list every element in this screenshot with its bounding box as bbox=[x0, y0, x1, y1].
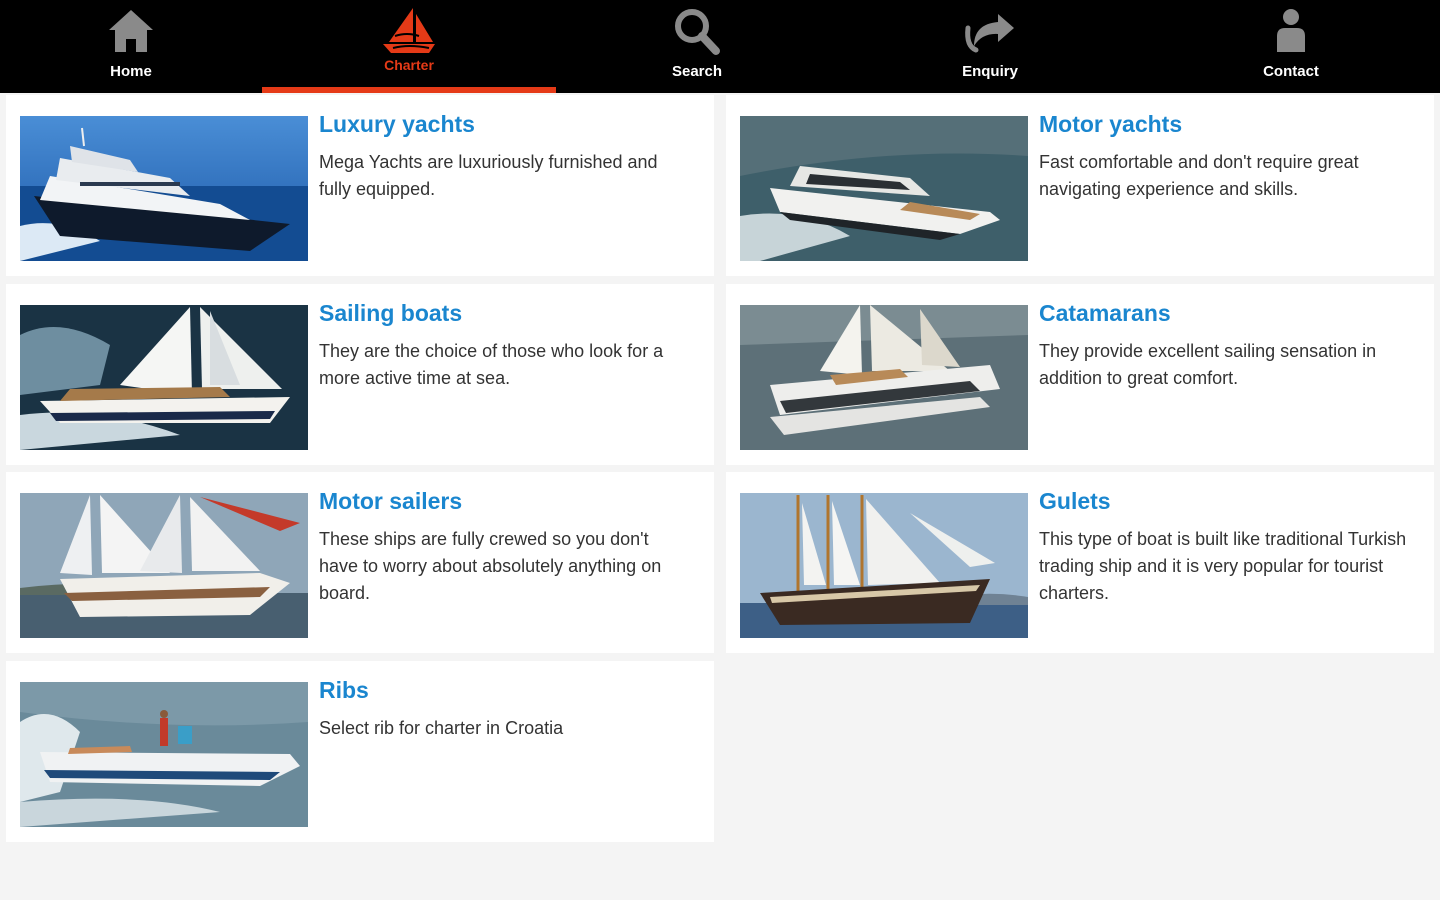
nav-enquiry-label: Enquiry bbox=[962, 63, 1018, 80]
category-card-ribs[interactable]: Ribs Select rib for charter in Croatia bbox=[6, 661, 714, 842]
search-icon bbox=[671, 6, 723, 61]
nav-home[interactable]: Home bbox=[0, 0, 262, 93]
card-title: Catamarans bbox=[1039, 300, 1171, 326]
sailboat-icon bbox=[379, 6, 439, 61]
card-description: Select rib for charter in Croatia bbox=[319, 718, 564, 738]
luxury-yacht-image bbox=[20, 116, 308, 261]
motor-yacht-image bbox=[740, 116, 1028, 261]
nav-enquiry[interactable]: Enquiry bbox=[838, 0, 1142, 93]
nav-search[interactable]: Search bbox=[556, 0, 838, 93]
category-card-gulets[interactable]: Gulets This type of boat is built like t… bbox=[726, 472, 1434, 653]
card-title: Ribs bbox=[319, 677, 369, 703]
card-description: This type of boat is built like traditio… bbox=[1039, 529, 1407, 603]
card-title: Luxury yachts bbox=[319, 111, 475, 137]
card-title: Sailing boats bbox=[319, 300, 463, 326]
category-card-sailing-boats[interactable]: Sailing boats They are the choice of tho… bbox=[6, 284, 714, 465]
person-icon bbox=[1271, 6, 1311, 61]
card-description: They provide excellent sailing sensation… bbox=[1039, 341, 1377, 388]
gulet-image bbox=[740, 493, 1028, 638]
motor-sailer-image bbox=[20, 493, 308, 638]
top-nav-bar: Home Charter Search Enquiry Contact bbox=[0, 0, 1440, 93]
nav-search-label: Search bbox=[671, 63, 723, 80]
home-icon bbox=[105, 6, 157, 61]
card-description: These ships are fully crewed so you don'… bbox=[319, 529, 662, 603]
rib-image bbox=[20, 682, 308, 827]
card-description: Mega Yachts are luxuriously furnished an… bbox=[319, 152, 658, 199]
category-card-catamarans[interactable]: Catamarans They provide excellent sailin… bbox=[726, 284, 1434, 465]
sailing-boat-image bbox=[20, 305, 308, 450]
card-title: Motor sailers bbox=[319, 488, 463, 514]
category-card-motor-yachts[interactable]: Motor yachts Fast comfortable and don't … bbox=[726, 95, 1434, 276]
card-title: Gulets bbox=[1039, 488, 1111, 514]
nav-contact-label: Contact bbox=[1263, 63, 1319, 80]
active-tab-indicator bbox=[262, 87, 556, 93]
category-card-motor-sailers[interactable]: Motor sailers These ships are fully crew… bbox=[6, 472, 714, 653]
nav-contact[interactable]: Contact bbox=[1142, 0, 1440, 93]
card-title: Motor yachts bbox=[1039, 111, 1183, 137]
nav-charter-label: Charter bbox=[384, 57, 434, 73]
catamaran-image bbox=[740, 305, 1028, 450]
card-description: They are the choice of those who look fo… bbox=[319, 341, 664, 388]
card-description: Fast comfortable and don't require great… bbox=[1039, 152, 1359, 199]
nav-charter[interactable]: Charter bbox=[262, 0, 556, 93]
category-card-luxury-yachts[interactable]: Luxury yachts Mega Yachts are luxuriousl… bbox=[6, 95, 714, 276]
share-arrow-icon bbox=[962, 6, 1018, 61]
nav-home-label: Home bbox=[110, 63, 152, 80]
